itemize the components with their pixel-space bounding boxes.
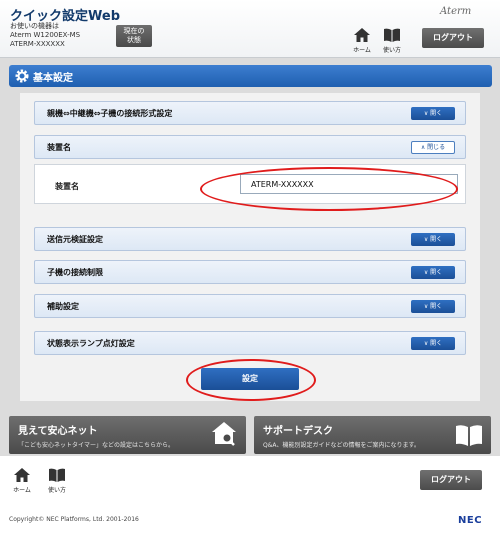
logout-button[interactable]: ログアウト — [422, 28, 484, 48]
chevron-down-icon: ∨ — [423, 110, 429, 117]
home-label: ホーム — [353, 47, 371, 54]
accordion-auxiliary[interactable]: 補助設定 ∨ 開く — [34, 294, 466, 318]
accordion-title: 補助設定 — [47, 302, 79, 311]
accordion-client-limit[interactable]: 子機の接続制限 ∨ 開く — [34, 260, 466, 284]
accordion-title: 子機の接続制限 — [47, 268, 103, 277]
mieruanshin-card[interactable]: 見えて安心ネット 「こども安心ネットタイマー」などの設定はこちらから。 — [9, 416, 246, 454]
footer-home-nav[interactable]: ホーム — [9, 468, 35, 494]
section-header: 基本設定 — [9, 65, 492, 87]
section-title: 基本設定 — [33, 73, 73, 84]
support-desk-card[interactable]: サポートデスク Q&A、機能別設定ガイドなどの情報をご案内になります。 — [254, 416, 491, 454]
card-description: 「こども安心ネットタイマー」などの設定はこちらから。 — [18, 442, 175, 449]
device-info-line: お使いの機器は — [10, 22, 59, 30]
open-label: 開く — [430, 236, 443, 243]
current-status-button[interactable]: 現在の 状態 — [116, 25, 152, 47]
aterm-logo: Aterm — [440, 6, 472, 17]
home-icon — [14, 468, 30, 482]
highlight-ellipse — [186, 359, 316, 401]
home-icon — [354, 28, 370, 42]
device-name: ATERM-XXXXXX — [10, 40, 65, 48]
accordion-title: 状態表示ランプ点灯設定 — [47, 339, 135, 348]
accordion-status-lamp[interactable]: 状態表示ランプ点灯設定 ∨ 開く — [34, 331, 466, 355]
open-label: 開く — [430, 110, 443, 117]
chevron-down-icon: ∨ — [423, 236, 429, 243]
accordion-title: 送信元検証設定 — [47, 235, 103, 244]
open-button[interactable]: ∨ 開く — [411, 107, 455, 120]
settings-panel: 親機⇔中継機⇔子機の接続形式設定 ∨ 開く 装置名 ∧ 閉じる 装置名 送信元検… — [20, 93, 480, 401]
card-title: サポートデスク — [263, 426, 333, 437]
book-icon — [49, 468, 65, 482]
card-title: 見えて安心ネット — [18, 426, 98, 437]
chevron-down-icon: ∨ — [423, 303, 429, 310]
open-label: 開く — [430, 303, 443, 310]
home-search-icon — [212, 422, 236, 446]
home-nav[interactable]: ホーム — [349, 28, 375, 54]
open-button[interactable]: ∨ 開く — [411, 300, 455, 313]
open-button[interactable]: ∨ 開く — [411, 337, 455, 350]
highlight-ellipse — [200, 167, 458, 211]
gear-icon — [15, 69, 29, 83]
footer-help-nav[interactable]: 使い方 — [44, 468, 70, 494]
book-icon — [384, 28, 400, 42]
accordion-title: 親機⇔中継機⇔子機の接続形式設定 — [47, 109, 173, 118]
footer: ホーム 使い方 ログアウト Copyright© NEC Platforms, … — [0, 456, 500, 536]
footer-logout-button[interactable]: ログアウト — [420, 470, 482, 490]
card-description: Q&A、機能別設定ガイドなどの情報をご案内になります。 — [263, 442, 420, 449]
chevron-up-icon: ∧ — [420, 144, 426, 151]
open-button[interactable]: ∨ 開く — [411, 266, 455, 279]
device-model: Aterm W1200EX-MS — [10, 31, 81, 39]
help-label: 使い方 — [47, 487, 66, 494]
close-button[interactable]: ∧ 閉じる — [411, 141, 455, 154]
open-button[interactable]: ∨ 開く — [411, 233, 455, 246]
device-name-label: 装置名 — [55, 182, 79, 191]
help-label: 使い方 — [382, 47, 401, 54]
chevron-down-icon: ∨ — [423, 269, 429, 276]
chevron-down-icon: ∨ — [423, 340, 429, 347]
accordion-source-verify[interactable]: 送信元検証設定 ∨ 開く — [34, 227, 466, 251]
book-icon — [456, 425, 482, 446]
open-label: 開く — [430, 269, 443, 276]
close-label: 閉じる — [427, 144, 446, 151]
accordion-device-name[interactable]: 装置名 ∧ 閉じる — [34, 135, 466, 159]
accordion-connection-type[interactable]: 親機⇔中継機⇔子機の接続形式設定 ∨ 開く — [34, 101, 466, 125]
copyright: Copyright© NEC Platforms, Ltd. 2001-2016 — [9, 516, 139, 523]
home-label: ホーム — [13, 487, 31, 494]
help-nav[interactable]: 使い方 — [379, 28, 405, 54]
header: クイック設定Web お使いの機器は Aterm W1200EX-MS ATERM… — [0, 0, 500, 58]
nec-logo: NEC — [458, 515, 483, 526]
device-info: お使いの機器は Aterm W1200EX-MS ATERM-XXXXXX — [10, 22, 80, 49]
open-label: 開く — [430, 340, 443, 347]
accordion-title: 装置名 — [47, 143, 71, 152]
